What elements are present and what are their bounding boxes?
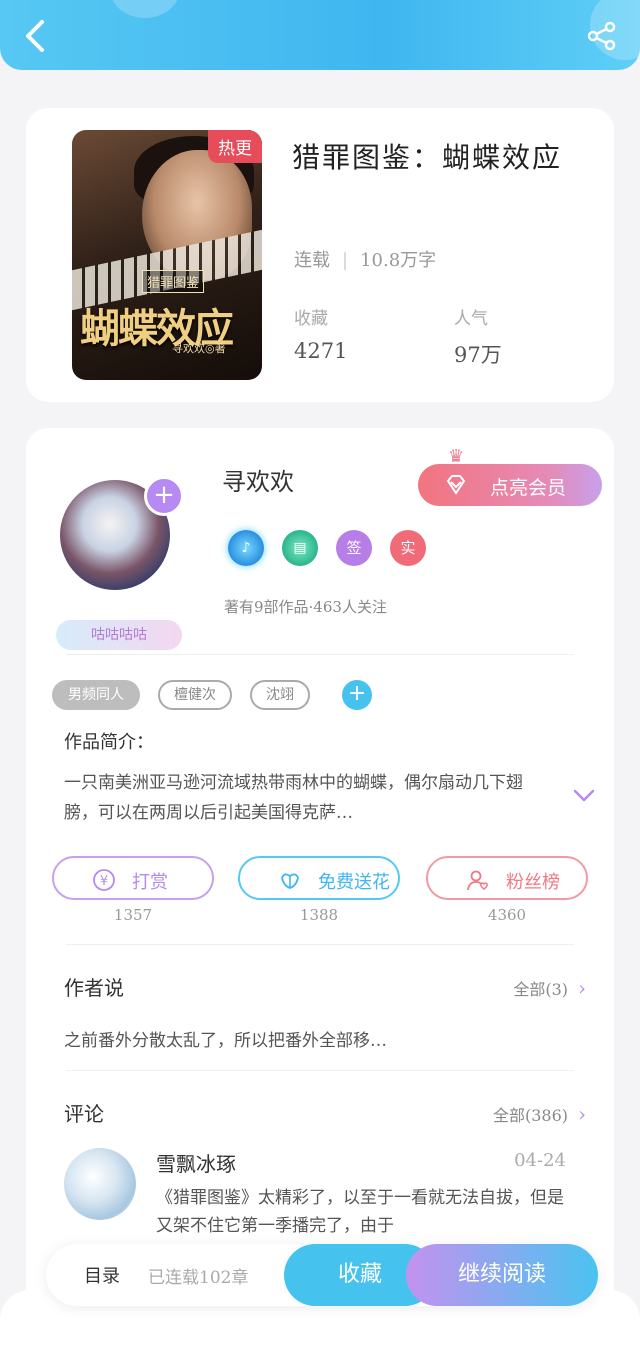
send-flower-label: 免费送花 xyxy=(318,872,390,893)
header-bubble-decoration xyxy=(110,0,180,18)
add-tag-button[interactable]: + xyxy=(342,680,372,710)
comments-all-link[interactable]: 全部(386) › xyxy=(493,1102,586,1126)
verified-badge[interactable]: 实 xyxy=(390,530,426,566)
tag-item[interactable]: 沈翊 xyxy=(250,680,310,710)
continue-reading-button[interactable]: 继续阅读 xyxy=(406,1244,598,1306)
crown-icon: ♛ xyxy=(448,446,465,467)
stat-popularity: 人气 97万 xyxy=(454,304,502,369)
author-says-title: 作者说 xyxy=(64,976,124,1000)
divider xyxy=(66,654,574,655)
svg-text:¥: ¥ xyxy=(100,874,108,889)
book-info-card: 热更 猎罪图鉴 蝴蝶效应 寻欢欢◎著 猎罪图鉴：蝴蝶效应 连载 | 10.8万字 收… xyxy=(26,108,614,402)
commenter-name[interactable]: 雪飘冰琢 xyxy=(156,1148,236,1177)
tag-item[interactable]: 檀健次 xyxy=(158,680,232,710)
serial-chapter-count: 已连载102章 xyxy=(148,1268,249,1288)
author-says-all-label: 全部(3) xyxy=(513,980,568,999)
music-badge-icon[interactable]: ♪ xyxy=(228,530,264,566)
chevron-right-icon: › xyxy=(578,976,586,1000)
author-says-text[interactable]: 之前番外分散太乱了，所以把番外全部移… xyxy=(64,1026,387,1051)
yen-icon: ¥ xyxy=(93,869,115,891)
reward-count: 1357 xyxy=(113,906,153,924)
avatar-sticker: 咕咕咕咕 xyxy=(56,620,182,650)
tag-list: 男频同人 檀健次 沈翊 + xyxy=(52,680,372,710)
stat-favorites: 收藏 4271 xyxy=(294,304,347,363)
intro-label: 作品简介： xyxy=(64,732,154,753)
book-meta: 连载 | 10.8万字 xyxy=(294,246,436,272)
cover-series-label: 猎罪图鉴 xyxy=(142,270,205,293)
author-details-card: + 咕咕咕咕 寻欢欢 ♛ 点亮会员 ♪ ▤ 签 实 著有9部作品·463人关注 … xyxy=(26,428,614,1352)
send-flower-button[interactable]: 免费送花 xyxy=(238,856,400,900)
signed-badge[interactable]: 签 xyxy=(336,530,372,566)
hot-update-badge: 热更 xyxy=(208,130,262,163)
cover-author: 寻欢欢◎著 xyxy=(172,342,226,355)
back-button[interactable] xyxy=(20,18,52,54)
book-title: 猎罪图鉴：蝴蝶效应 xyxy=(292,141,563,174)
stat-value: 97万 xyxy=(454,343,502,367)
reward-button[interactable]: ¥ 打赏 xyxy=(52,856,214,900)
intro-text: 一只南美洲亚马逊河流域热带雨林中的蝴蝶，偶尔扇动几下翅膀，可以在两周以后引起美国… xyxy=(64,773,523,823)
reward-label: 打赏 xyxy=(132,872,168,893)
stat-label: 人气 xyxy=(454,309,488,329)
stat-label: 收藏 xyxy=(294,309,328,329)
bottom-action-bar: 目录 已连载102章 收藏 继续阅读 xyxy=(46,1244,598,1306)
word-count: 10.8万字 xyxy=(360,250,437,271)
flower-count: 1388 xyxy=(299,906,339,924)
book-cover[interactable]: 热更 猎罪图鉴 蝴蝶效应 寻欢欢◎著 xyxy=(72,130,262,380)
book-status: 连载 xyxy=(294,250,330,271)
book-badge-icon[interactable]: ▤ xyxy=(282,530,318,566)
meta-separator: | xyxy=(342,250,349,271)
commenter-avatar[interactable] xyxy=(64,1148,136,1220)
tag-item[interactable]: 男频同人 xyxy=(52,680,140,710)
author-badges: ♪ ▤ 签 实 xyxy=(228,530,426,570)
comment-text[interactable]: 《猎罪图鉴》太精彩了，以至于一看就无法自拔，但是又架不住它第一季播完了，由于 xyxy=(156,1184,566,1240)
top-header xyxy=(0,0,640,70)
share-button[interactable] xyxy=(586,20,618,52)
stat-value: 4271 xyxy=(294,339,348,363)
vip-button[interactable]: ♛ 点亮会员 xyxy=(418,446,602,506)
author-info: 著有9部作品·463人关注 xyxy=(224,598,387,616)
chevron-right-icon: › xyxy=(578,1102,586,1126)
author-name[interactable]: 寻欢欢 xyxy=(222,462,294,497)
diamond-icon xyxy=(446,475,466,495)
divider xyxy=(66,944,574,945)
share-icon xyxy=(587,21,616,51)
chevron-down-icon[interactable] xyxy=(572,788,596,804)
fan-ranking-label: 粉丝榜 xyxy=(506,872,560,893)
vip-button-label: 点亮会员 xyxy=(490,477,567,499)
flower-icon xyxy=(281,873,299,889)
comments-all-label: 全部(386) xyxy=(492,1106,568,1125)
comment-date: 04-24 xyxy=(514,1150,566,1171)
follow-author-button[interactable]: + xyxy=(144,476,184,516)
fans-count: 4360 xyxy=(487,906,527,924)
toc-button[interactable]: 目录 xyxy=(84,1262,120,1288)
comments-title: 评论 xyxy=(64,1102,104,1126)
author-says-all-link[interactable]: 全部(3) › xyxy=(513,976,586,1000)
user-heart-icon xyxy=(467,870,488,891)
chevron-left-icon xyxy=(26,20,44,52)
fan-ranking-button[interactable]: 粉丝榜 xyxy=(426,856,588,900)
divider xyxy=(66,1070,574,1071)
